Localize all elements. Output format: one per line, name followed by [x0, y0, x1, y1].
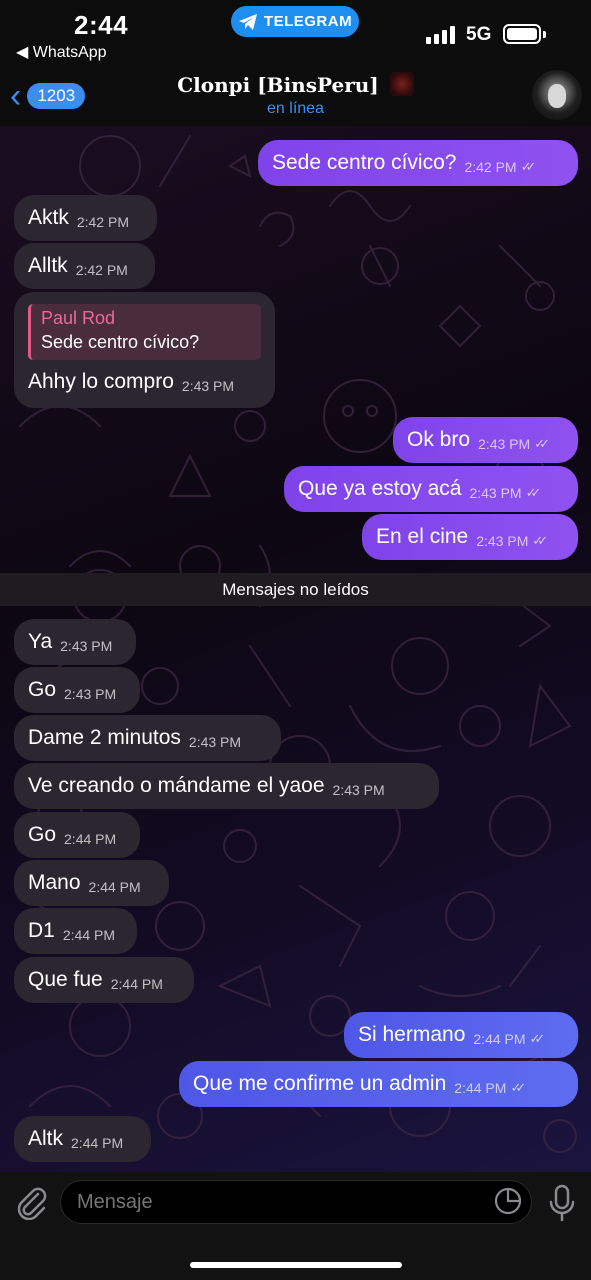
message-text: Ahhy lo compro: [28, 370, 174, 393]
double-check-icon: ✓✓: [529, 1031, 546, 1046]
double-check-icon: ✓✓: [520, 159, 537, 174]
message-time: 2:44 PM: [110, 976, 163, 992]
double-check-icon: ✓✓: [532, 533, 548, 548]
message-text: Ya: [28, 630, 53, 653]
telegram-pill[interactable]: TELEGRAM: [231, 6, 359, 37]
message-text: Ok bro: [407, 428, 471, 451]
message-meta: 2:43 PM ✓✓: [476, 533, 548, 549]
unread-messages-divider: Mensajes no leídos: [0, 573, 591, 606]
paperclip-icon[interactable]: [14, 1184, 48, 1220]
network-type: 5G: [466, 24, 492, 45]
microphone-icon[interactable]: [548, 1184, 576, 1222]
message-text: Mano: [28, 871, 81, 894]
reply-message-bubble[interactable]: Paul Rod Sede centro cívico? Ahhy lo com…: [14, 292, 275, 408]
message-bubble[interactable]: Dame 2 minutos 2:43 PM: [14, 715, 281, 761]
chat-header: ‹ 1203 Clonpi [BinsPeru] en línea: [0, 62, 591, 126]
message-text: Dame 2 minutos: [28, 726, 181, 749]
message-input-bar: [0, 1172, 591, 1280]
message-meta: 2:44 PM ✓✓: [473, 1031, 546, 1047]
message-bubble[interactable]: Que fue 2:44 PM: [14, 957, 194, 1003]
chat-title-text: Clonpi [BinsPeru]: [177, 73, 379, 97]
message-time: 2:44 PM: [64, 831, 117, 847]
message-time: 2:43 PM: [469, 485, 522, 501]
message-bubble[interactable]: Que me confirme un admin 2:44 PM ✓✓: [179, 1061, 578, 1107]
quote-author: Paul Rod: [41, 308, 116, 328]
message-time: 2:43 PM: [181, 378, 235, 394]
message-text: Ve creando o mándame el yaoe: [28, 774, 325, 797]
bins-logo-icon: [389, 72, 414, 96]
message-bubble[interactable]: Altk 2:44 PM: [14, 1116, 151, 1162]
message-text: Aktk: [28, 206, 69, 229]
message-time: 2:44 PM: [62, 927, 115, 943]
message-time: 2:43 PM: [332, 782, 385, 798]
double-check-icon: ✓✓: [510, 1080, 526, 1095]
message-time: 2:44 PM: [473, 1031, 526, 1047]
reply-quote[interactable]: Paul Rod Sede centro cívico?: [28, 304, 261, 360]
message-text: Que me confirme un admin: [193, 1072, 447, 1095]
message-text: Altk: [28, 1127, 64, 1150]
message-time: 2:42 PM: [464, 159, 517, 175]
back-to-app-link[interactable]: ◀ WhatsApp: [16, 42, 107, 62]
message-bubble[interactable]: Que ya estoy acá 2:43 PM ✓✓: [284, 466, 578, 512]
message-bubble[interactable]: Sede centro cívico? 2:42 PM ✓✓: [258, 140, 578, 186]
message-bubble[interactable]: En el cine 2:43 PM ✓✓: [362, 514, 578, 560]
message-time: 2:44 PM: [454, 1080, 507, 1096]
home-indicator: [190, 1262, 402, 1268]
message-bubble[interactable]: Ya 2:43 PM: [14, 619, 136, 665]
message-bubble[interactable]: D1 2:44 PM: [14, 908, 137, 954]
message-bubble[interactable]: Si hermano 2:44 PM ✓✓: [344, 1012, 578, 1058]
message-text: D1: [28, 919, 55, 942]
battery-icon: [503, 24, 541, 44]
message-text: Sede centro cívico?: [272, 151, 457, 174]
quote-text: Sede centro cívico?: [41, 332, 200, 352]
message-meta: 2:43 PM ✓✓: [469, 485, 542, 501]
message-time: 2:43 PM: [188, 734, 242, 750]
message-time: 2:44 PM: [88, 879, 141, 895]
message-time: 2:43 PM: [64, 686, 117, 702]
message-bubble[interactable]: Go 2:43 PM: [14, 667, 140, 713]
message-time: 2:43 PM: [478, 436, 531, 452]
message-time: 2:42 PM: [75, 262, 128, 278]
message-bubble[interactable]: Go 2:44 PM: [14, 812, 140, 858]
message-time: 2:44 PM: [71, 1135, 124, 1151]
message-text: Que fue: [28, 968, 103, 991]
message-bubble[interactable]: Ve creando o mándame el yaoe 2:43 PM: [14, 763, 439, 809]
message-bubble[interactable]: Aktk 2:42 PM: [14, 195, 157, 241]
message-text: Go: [28, 678, 57, 701]
avatar[interactable]: [532, 70, 582, 120]
sticker-icon[interactable]: [494, 1187, 522, 1215]
message-meta: 2:44 PM ✓✓: [454, 1080, 526, 1096]
message-bubble[interactable]: Ok bro 2:43 PM ✓✓: [393, 417, 578, 463]
message-text: Que ya estoy acá: [298, 477, 462, 500]
status-bar: 2:44 ◀ WhatsApp TELEGRAM 5G: [0, 0, 591, 62]
message-text: Alltk: [28, 254, 68, 277]
message-time: 2:43 PM: [476, 533, 529, 549]
message-meta: 2:42 PM ✓✓: [464, 159, 537, 175]
message-meta: 2:43 PM ✓✓: [478, 436, 550, 452]
message-time: 2:43 PM: [60, 638, 113, 654]
status-time: 2:44: [74, 10, 129, 40]
double-check-icon: ✓✓: [525, 485, 542, 500]
message-bubble[interactable]: Alltk 2:42 PM: [14, 243, 155, 289]
message-bubble[interactable]: Mano 2:44 PM: [14, 860, 169, 906]
message-text: En el cine: [376, 525, 469, 548]
chat-status: en línea: [267, 100, 324, 117]
double-check-icon: ✓✓: [534, 436, 550, 451]
battery-tip: [543, 31, 546, 38]
chat-title[interactable]: Clonpi [BinsPeru]: [0, 72, 591, 97]
message-text: Go: [28, 823, 57, 846]
message-text: Si hermano: [358, 1023, 466, 1046]
message-input[interactable]: [60, 1180, 532, 1224]
signal-icon: [426, 26, 456, 44]
telegram-plane-icon: [238, 13, 257, 30]
message-time: 2:42 PM: [76, 214, 129, 230]
telegram-pill-label: TELEGRAM: [263, 13, 353, 30]
